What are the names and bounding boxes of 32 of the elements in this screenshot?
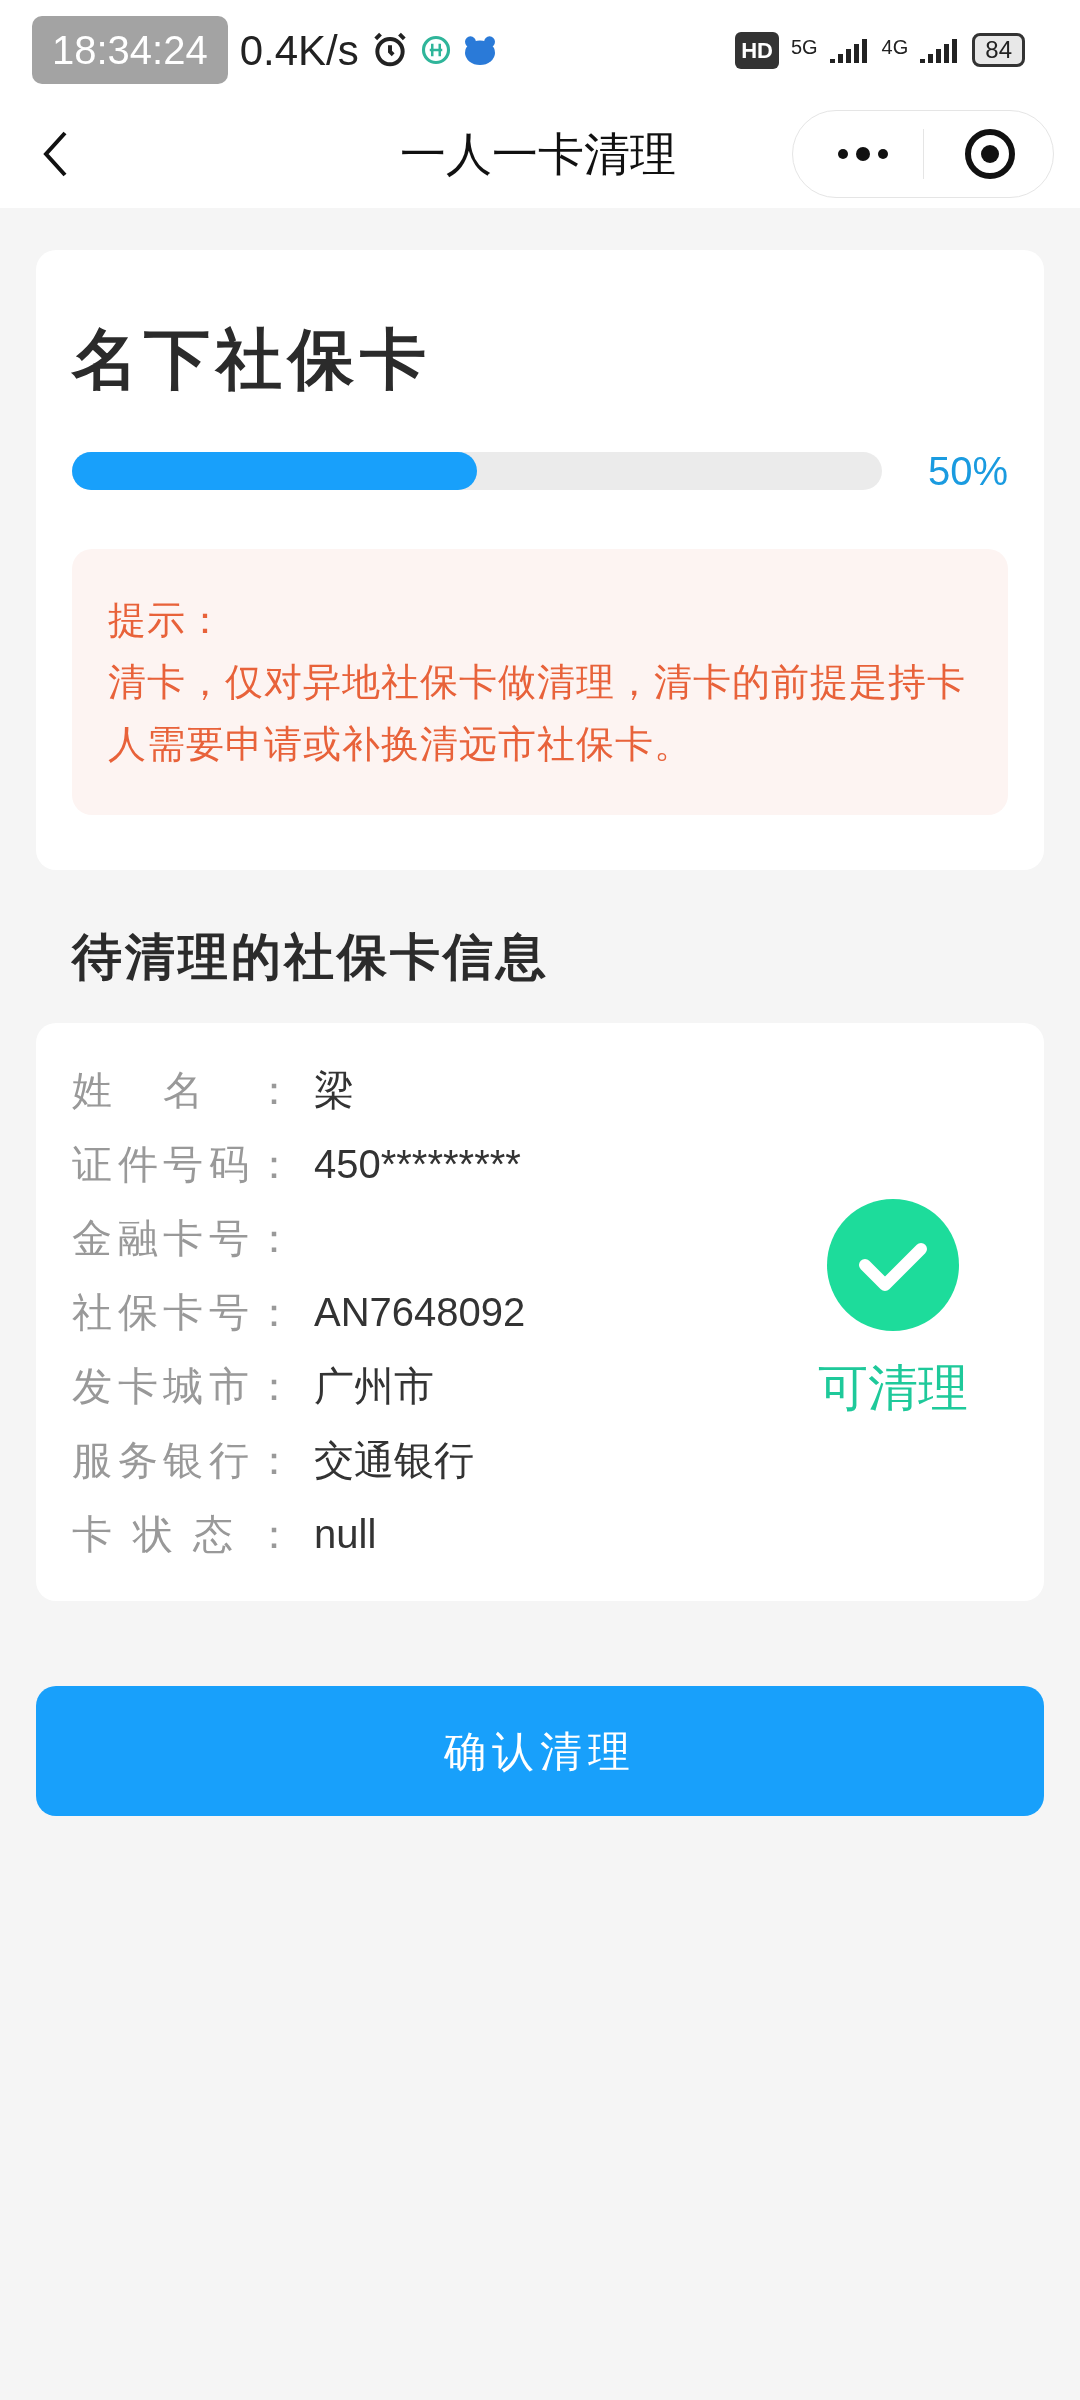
field-label: 服务银行： xyxy=(72,1437,294,1484)
field-value: 交通银行 xyxy=(314,1437,474,1484)
field-value: 450********* xyxy=(314,1141,521,1188)
close-target-icon[interactable] xyxy=(964,128,1016,180)
floating-clock: 18:34:24 xyxy=(32,16,228,84)
progress-percent: 50% xyxy=(927,448,1008,495)
field-label: 社保卡号： xyxy=(72,1289,294,1336)
field-label: 发卡城市： xyxy=(72,1363,294,1410)
network-label: 5G xyxy=(790,34,818,60)
notice-heading: 提示： xyxy=(108,598,226,643)
notice-text: 清卡，仅对异地社保卡做清理，清卡的前提是持卡人需要申请或补换清远市社保卡。 xyxy=(108,660,967,767)
page-title: 一人一卡清理 xyxy=(400,126,676,182)
battery-icon: 84 xyxy=(972,33,1025,67)
check-circle-icon xyxy=(827,1198,959,1331)
hd-badge: HD xyxy=(735,31,779,69)
field-value: 广州市 xyxy=(314,1363,434,1410)
field-label: 卡状态： xyxy=(72,1511,294,1558)
app-icon xyxy=(420,35,451,65)
network-speed: 0.4K/s xyxy=(239,25,359,76)
bear-app-icon xyxy=(462,35,497,65)
signal-icon xyxy=(829,37,870,63)
card-title: 名下社保卡 xyxy=(72,321,433,398)
network-label: 4G xyxy=(881,34,909,60)
field-label: 证件号码： xyxy=(72,1141,294,1188)
field-value: 梁 xyxy=(314,1067,354,1114)
field-value: null xyxy=(314,1511,377,1558)
confirm-button[interactable]: 确认清理 xyxy=(36,1686,1044,1816)
section-title: 待清理的社保卡信息 xyxy=(72,928,550,987)
field-label: 姓名： xyxy=(72,1067,294,1114)
status-label: 可清理 xyxy=(818,1358,968,1418)
field-label: 金融卡号： xyxy=(72,1215,294,1262)
field-value: AN7648092 xyxy=(314,1289,526,1336)
